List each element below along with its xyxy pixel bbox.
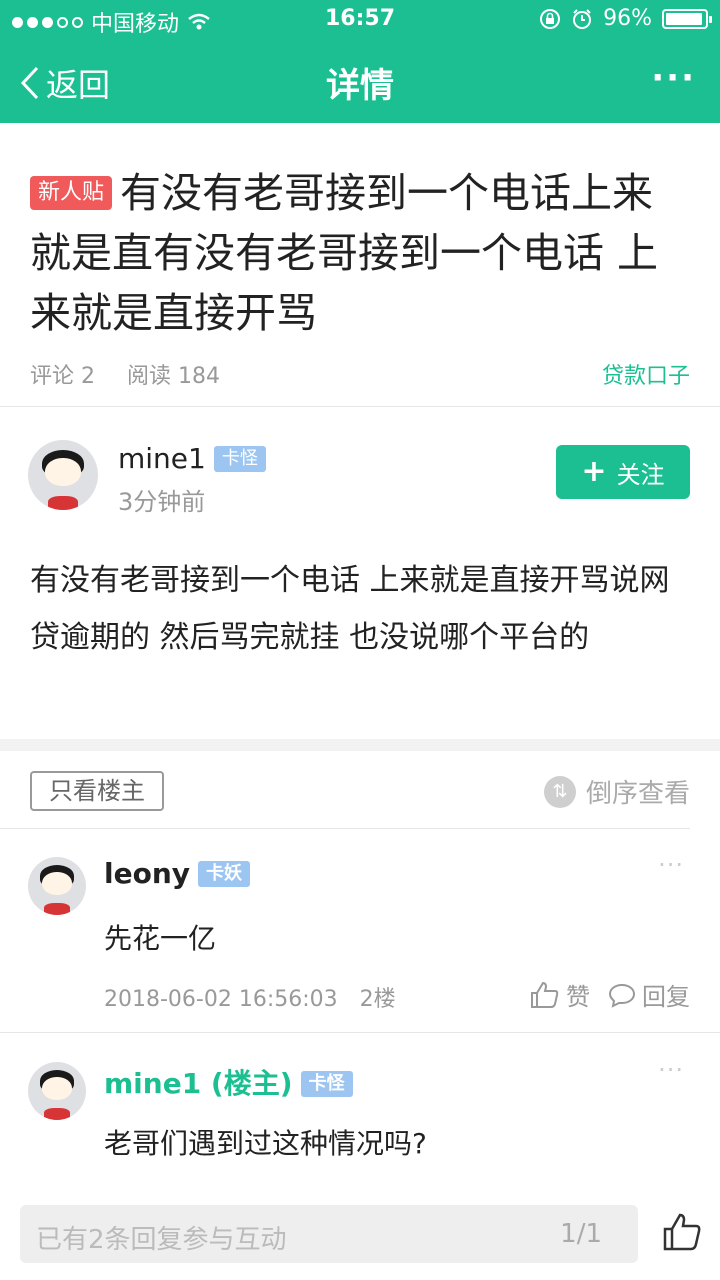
reply-text: 先花一亿	[104, 922, 217, 955]
reply-button[interactable]: 回复	[608, 977, 690, 1012]
category-link[interactable]: 贷款口子	[602, 358, 690, 390]
author-level-badge: 卡怪	[213, 446, 266, 472]
reply-label: 回复	[642, 983, 690, 1011]
reverse-label: 倒序查看	[585, 779, 690, 809]
reply-more-button[interactable]: ···	[658, 1056, 684, 1084]
more-options-button[interactable]: ···	[651, 58, 696, 98]
battery-percent: 96%	[603, 6, 652, 31]
follow-button[interactable]: + 关注	[556, 445, 690, 499]
top-bar: 中国移动 16:57 96% 返回 详情 ···	[0, 0, 720, 123]
battery-icon	[662, 8, 712, 29]
reply-footer: 2018-06-02 16:56:03 2楼 赞 回复	[104, 981, 690, 1013]
author-row: mine1 卡怪 3分钟前 + 关注	[0, 440, 720, 516]
reply-floor: 2楼	[359, 987, 396, 1012]
reply-author-name[interactable]: leony	[104, 857, 190, 890]
read-count: 阅读 184	[127, 364, 220, 389]
post-content: 有没有老哥接到一个电话 上来就是直接开骂说网贷逾期的 然后骂完就挂 也没说哪个平…	[30, 563, 670, 655]
reply-text: 老哥们遇到过这种情况吗?	[104, 1127, 427, 1160]
section-separator	[0, 739, 720, 751]
bottom-bar: 已有2条回复参与互动 1/1	[0, 1190, 720, 1280]
page-title: 详情	[326, 66, 394, 106]
reply-input[interactable]: 已有2条回复参与互动 1/1	[20, 1205, 638, 1263]
post-title-block: 新人贴 有没有老哥接到一个电话上来就是直有没有老哥接到一个电话 上来就是直接开骂	[30, 163, 690, 343]
divider	[0, 828, 690, 829]
new-post-tag: 新人贴	[30, 176, 113, 210]
reply-datetime: 2018-06-02 16:56:03	[104, 987, 338, 1012]
reply-level-badge: 卡妖	[198, 861, 251, 887]
page-indicator: 1/1	[560, 1219, 602, 1249]
only-op-button[interactable]: 只看楼主	[30, 771, 164, 811]
reverse-order-button[interactable]: ⇅ 倒序查看	[543, 773, 690, 810]
post-meta: 评论 2 阅读 184 贷款口子	[30, 358, 690, 390]
reply-filter-bar: 只看楼主 ⇅ 倒序查看	[0, 751, 720, 828]
reply-actions: 赞 回复	[530, 977, 690, 1012]
post-time: 3分钟前	[118, 488, 206, 516]
reply-level-badge: 卡怪	[300, 1071, 353, 1097]
author-avatar[interactable]	[28, 440, 98, 510]
author-name-line: mine1 卡怪	[118, 442, 266, 475]
comment-count: 评论 2	[30, 364, 95, 389]
status-right: 96%	[539, 6, 712, 31]
divider	[0, 406, 720, 407]
like-label: 赞	[566, 983, 590, 1011]
alarm-icon	[573, 8, 592, 29]
comment-icon	[608, 983, 636, 1008]
rotation-lock-icon	[540, 8, 561, 29]
divider	[0, 1032, 720, 1033]
like-post-button[interactable]	[662, 1212, 702, 1252]
like-button[interactable]: 赞	[530, 977, 590, 1012]
sort-icon: ⇅	[543, 775, 576, 808]
plus-icon: +	[581, 454, 607, 489]
status-bar: 中国移动 16:57 96%	[0, 0, 720, 40]
reply-avatar[interactable]	[28, 857, 86, 915]
author-name[interactable]: mine1	[118, 442, 206, 475]
reply-author-name[interactable]: mine1 (楼主)	[104, 1067, 293, 1100]
thumbs-up-icon	[531, 981, 559, 1008]
reply-author-line: leony 卡妖	[104, 857, 251, 890]
post-title: 有没有老哥接到一个电话上来就是直有没有老哥接到一个电话 上来就是直接开骂	[30, 169, 659, 337]
nav-bar: 返回 详情 ···	[0, 40, 720, 123]
reply-input-placeholder: 已有2条回复参与互动	[36, 1225, 287, 1255]
reply-author-line: mine1 (楼主) 卡怪	[104, 1062, 353, 1102]
follow-label: 关注	[616, 460, 665, 489]
reply-avatar[interactable]	[28, 1062, 86, 1120]
reply-more-button[interactable]: ···	[658, 851, 684, 879]
